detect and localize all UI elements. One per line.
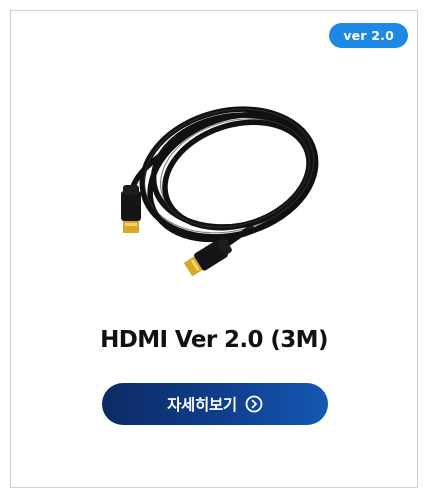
hdmi-cable-image xyxy=(101,85,327,283)
chevron-right-circle-icon xyxy=(245,395,263,413)
product-card: ver 2.0 HDMI Ver 2.0 (3M) 자세히보기 xyxy=(10,10,418,488)
view-details-label: 자세히보기 xyxy=(167,396,237,414)
product-title: HDMI Ver 2.0 (3M) xyxy=(100,327,328,353)
hdmi-cable-illustration xyxy=(121,106,319,277)
view-details-button[interactable]: 자세히보기 xyxy=(102,383,328,425)
version-badge: ver 2.0 xyxy=(329,23,408,48)
